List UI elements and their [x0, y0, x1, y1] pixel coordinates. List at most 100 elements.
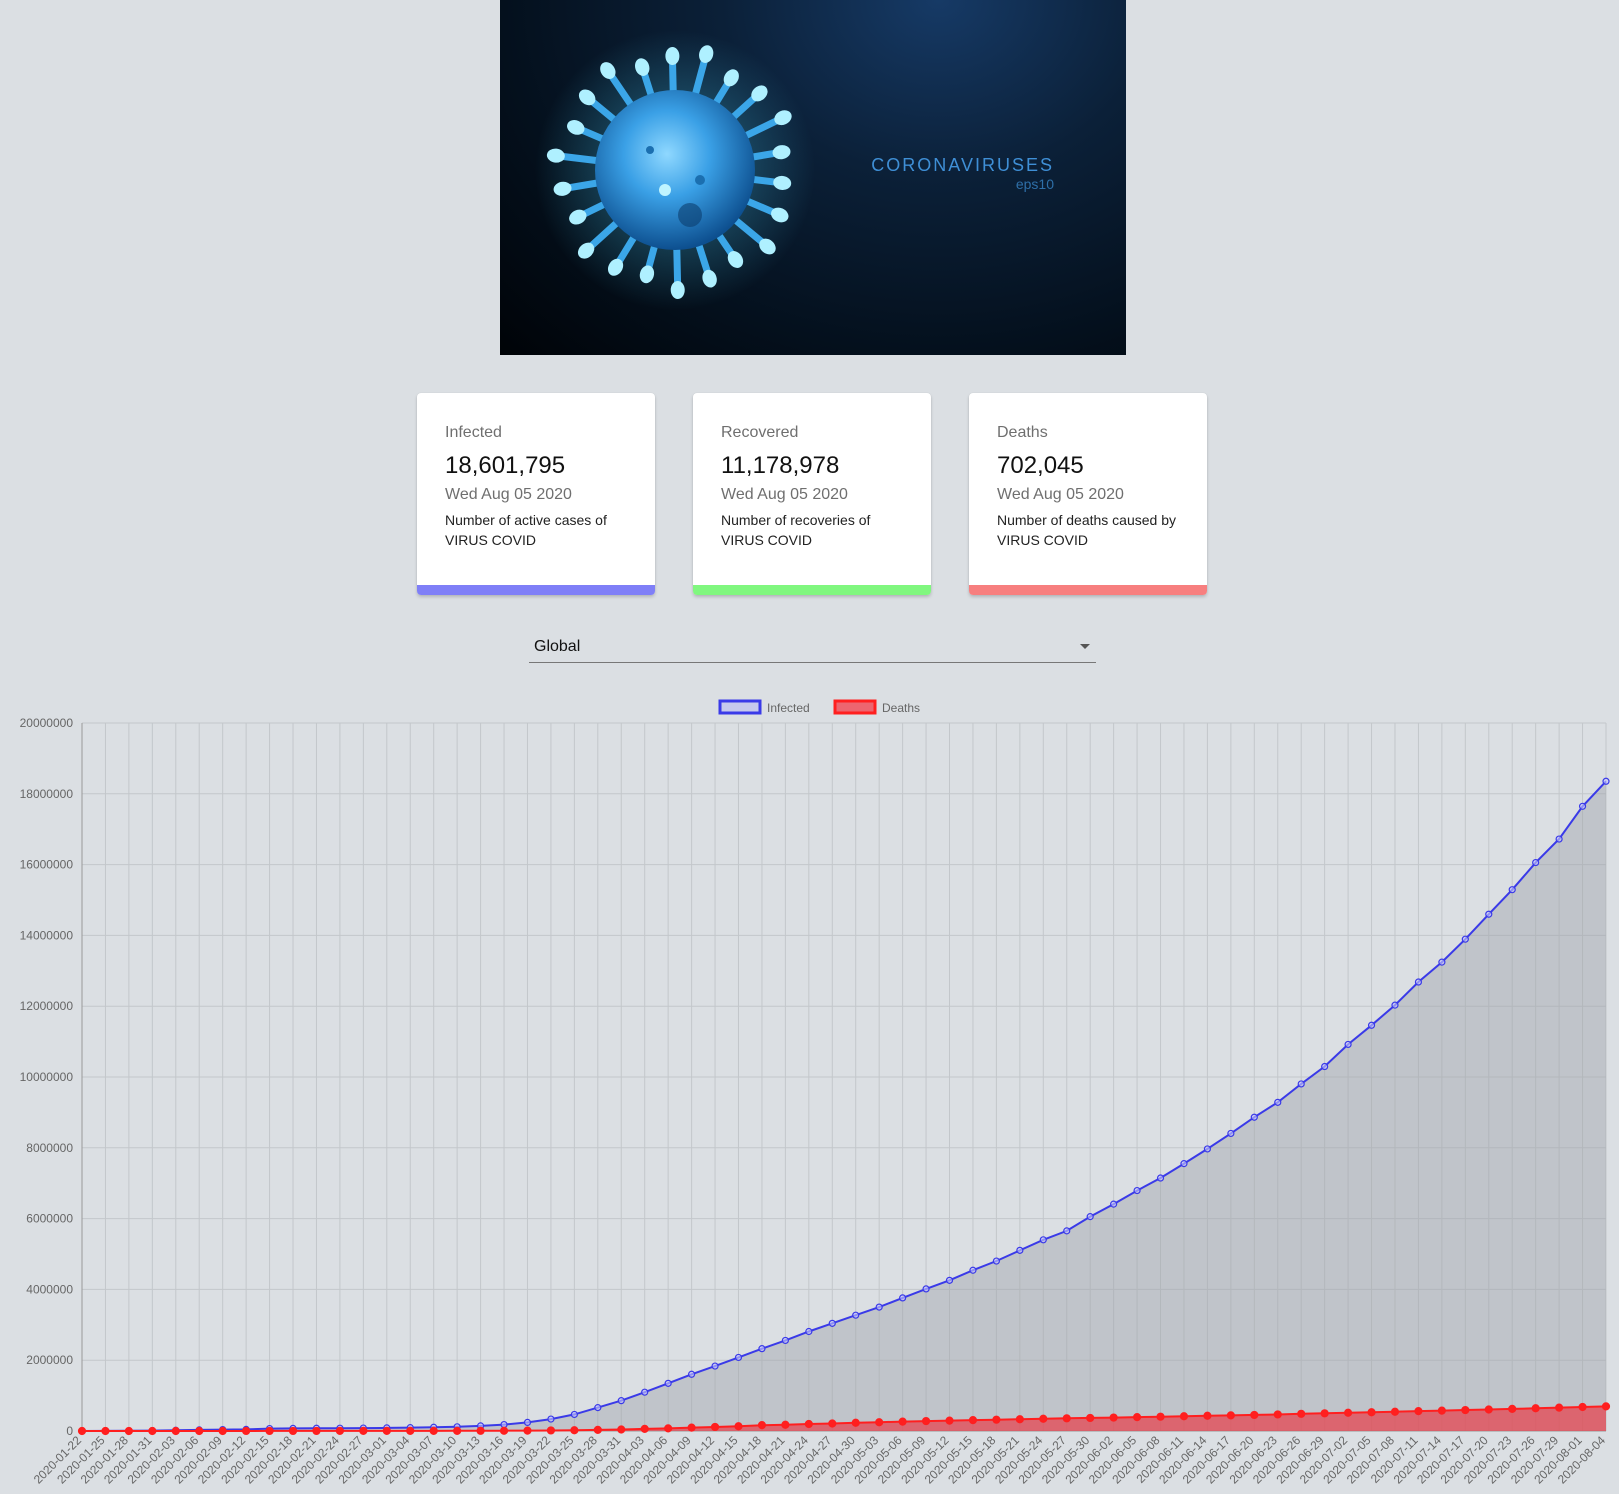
- data-point[interactable]: [171, 1426, 180, 1436]
- data-point[interactable]: [523, 1426, 532, 1435]
- data-point[interactable]: [312, 1426, 321, 1436]
- data-point[interactable]: [1062, 1414, 1071, 1423]
- data-point[interactable]: [1039, 1236, 1047, 1244]
- data-point[interactable]: [1110, 1200, 1118, 1208]
- legend-swatch[interactable]: [718, 699, 762, 715]
- data-point[interactable]: [1578, 802, 1587, 810]
- data-point[interactable]: [1156, 1412, 1165, 1421]
- data-point[interactable]: [1367, 1408, 1376, 1417]
- data-point[interactable]: [1461, 935, 1469, 943]
- data-point[interactable]: [546, 1426, 556, 1435]
- data-point[interactable]: [664, 1424, 673, 1433]
- data-point[interactable]: [1039, 1414, 1048, 1423]
- data-point[interactable]: [1555, 1403, 1564, 1412]
- data-point[interactable]: [1297, 1080, 1305, 1088]
- data-point[interactable]: [617, 1397, 625, 1405]
- data-point[interactable]: [1321, 1062, 1329, 1071]
- data-point[interactable]: [617, 1425, 626, 1434]
- data-point[interactable]: [1578, 1402, 1587, 1412]
- data-point[interactable]: [1485, 910, 1493, 918]
- data-point[interactable]: [734, 1422, 743, 1431]
- data-point[interactable]: [1063, 1227, 1071, 1235]
- data-point[interactable]: [1461, 1405, 1470, 1415]
- data-point[interactable]: [828, 1419, 837, 1428]
- data-point[interactable]: [1602, 777, 1610, 785]
- data-point[interactable]: [1086, 1413, 1095, 1423]
- data-point[interactable]: [1601, 1402, 1611, 1411]
- data-point[interactable]: [1414, 978, 1423, 986]
- data-point[interactable]: [547, 1415, 555, 1423]
- data-point[interactable]: [195, 1426, 204, 1436]
- data-point[interactable]: [1273, 1410, 1282, 1419]
- data-point[interactable]: [664, 1379, 672, 1387]
- data-point[interactable]: [898, 1417, 907, 1426]
- data-point[interactable]: [899, 1294, 907, 1302]
- data-point[interactable]: [1367, 1021, 1376, 1029]
- data-point[interactable]: [218, 1426, 227, 1436]
- data-point[interactable]: [851, 1418, 860, 1427]
- data-point[interactable]: [805, 1327, 813, 1336]
- data-point[interactable]: [1484, 1405, 1493, 1414]
- data-point[interactable]: [1414, 1407, 1423, 1416]
- data-point[interactable]: [359, 1426, 368, 1435]
- data-point[interactable]: [828, 1319, 836, 1327]
- data-point[interactable]: [288, 1426, 298, 1436]
- data-point[interactable]: [781, 1420, 790, 1429]
- data-point[interactable]: [640, 1424, 649, 1434]
- dropdown-arrow-icon[interactable]: [1080, 644, 1090, 649]
- data-point[interactable]: [734, 1353, 743, 1362]
- data-point[interactable]: [1343, 1408, 1353, 1417]
- data-point[interactable]: [382, 1426, 391, 1435]
- data-point[interactable]: [406, 1426, 415, 1435]
- data-point[interactable]: [852, 1311, 860, 1319]
- data-point[interactable]: [968, 1416, 978, 1425]
- data-point[interactable]: [1555, 835, 1563, 843]
- data-point[interactable]: [1016, 1246, 1024, 1254]
- data-point[interactable]: [1015, 1415, 1024, 1424]
- data-point[interactable]: [969, 1266, 977, 1274]
- data-point[interactable]: [1274, 1098, 1282, 1106]
- data-point[interactable]: [499, 1426, 509, 1435]
- data-point[interactable]: [429, 1426, 438, 1435]
- data-point[interactable]: [1508, 1404, 1517, 1413]
- data-point[interactable]: [1133, 1186, 1141, 1195]
- data-point[interactable]: [757, 1421, 767, 1430]
- data-point[interactable]: [1508, 886, 1516, 894]
- data-point[interactable]: [101, 1426, 110, 1436]
- data-point[interactable]: [945, 1416, 954, 1425]
- data-point[interactable]: [1086, 1213, 1094, 1221]
- data-point[interactable]: [1320, 1409, 1329, 1418]
- data-point[interactable]: [1227, 1129, 1235, 1138]
- data-point[interactable]: [453, 1426, 462, 1435]
- data-point[interactable]: [710, 1422, 720, 1432]
- data-point[interactable]: [781, 1336, 789, 1345]
- data-point[interactable]: [1179, 1412, 1189, 1421]
- data-point[interactable]: [687, 1423, 696, 1432]
- data-point[interactable]: [1226, 1411, 1235, 1420]
- data-point[interactable]: [1203, 1411, 1212, 1420]
- data-point[interactable]: [687, 1370, 696, 1378]
- data-point[interactable]: [594, 1404, 602, 1412]
- data-point[interactable]: [335, 1426, 345, 1436]
- data-point[interactable]: [1250, 1410, 1259, 1420]
- data-point[interactable]: [1203, 1145, 1212, 1153]
- legend-label[interactable]: Deaths: [882, 701, 920, 715]
- data-point[interactable]: [1344, 1040, 1352, 1049]
- data-point[interactable]: [523, 1418, 532, 1427]
- data-point[interactable]: [1532, 858, 1540, 867]
- data-point[interactable]: [1390, 1407, 1400, 1416]
- data-point[interactable]: [1531, 1404, 1540, 1413]
- data-point[interactable]: [265, 1426, 274, 1436]
- data-point[interactable]: [992, 1415, 1001, 1424]
- legend-swatch[interactable]: [833, 699, 877, 715]
- data-point[interactable]: [1438, 958, 1446, 966]
- data-point[interactable]: [1109, 1413, 1118, 1422]
- data-point[interactable]: [124, 1426, 133, 1436]
- data-point[interactable]: [77, 1426, 87, 1436]
- data-point[interactable]: [242, 1426, 251, 1436]
- data-point[interactable]: [593, 1425, 602, 1435]
- data-point[interactable]: [921, 1416, 931, 1426]
- country-select[interactable]: Global: [529, 632, 1096, 663]
- data-point[interactable]: [922, 1285, 930, 1293]
- data-point[interactable]: [992, 1257, 1001, 1265]
